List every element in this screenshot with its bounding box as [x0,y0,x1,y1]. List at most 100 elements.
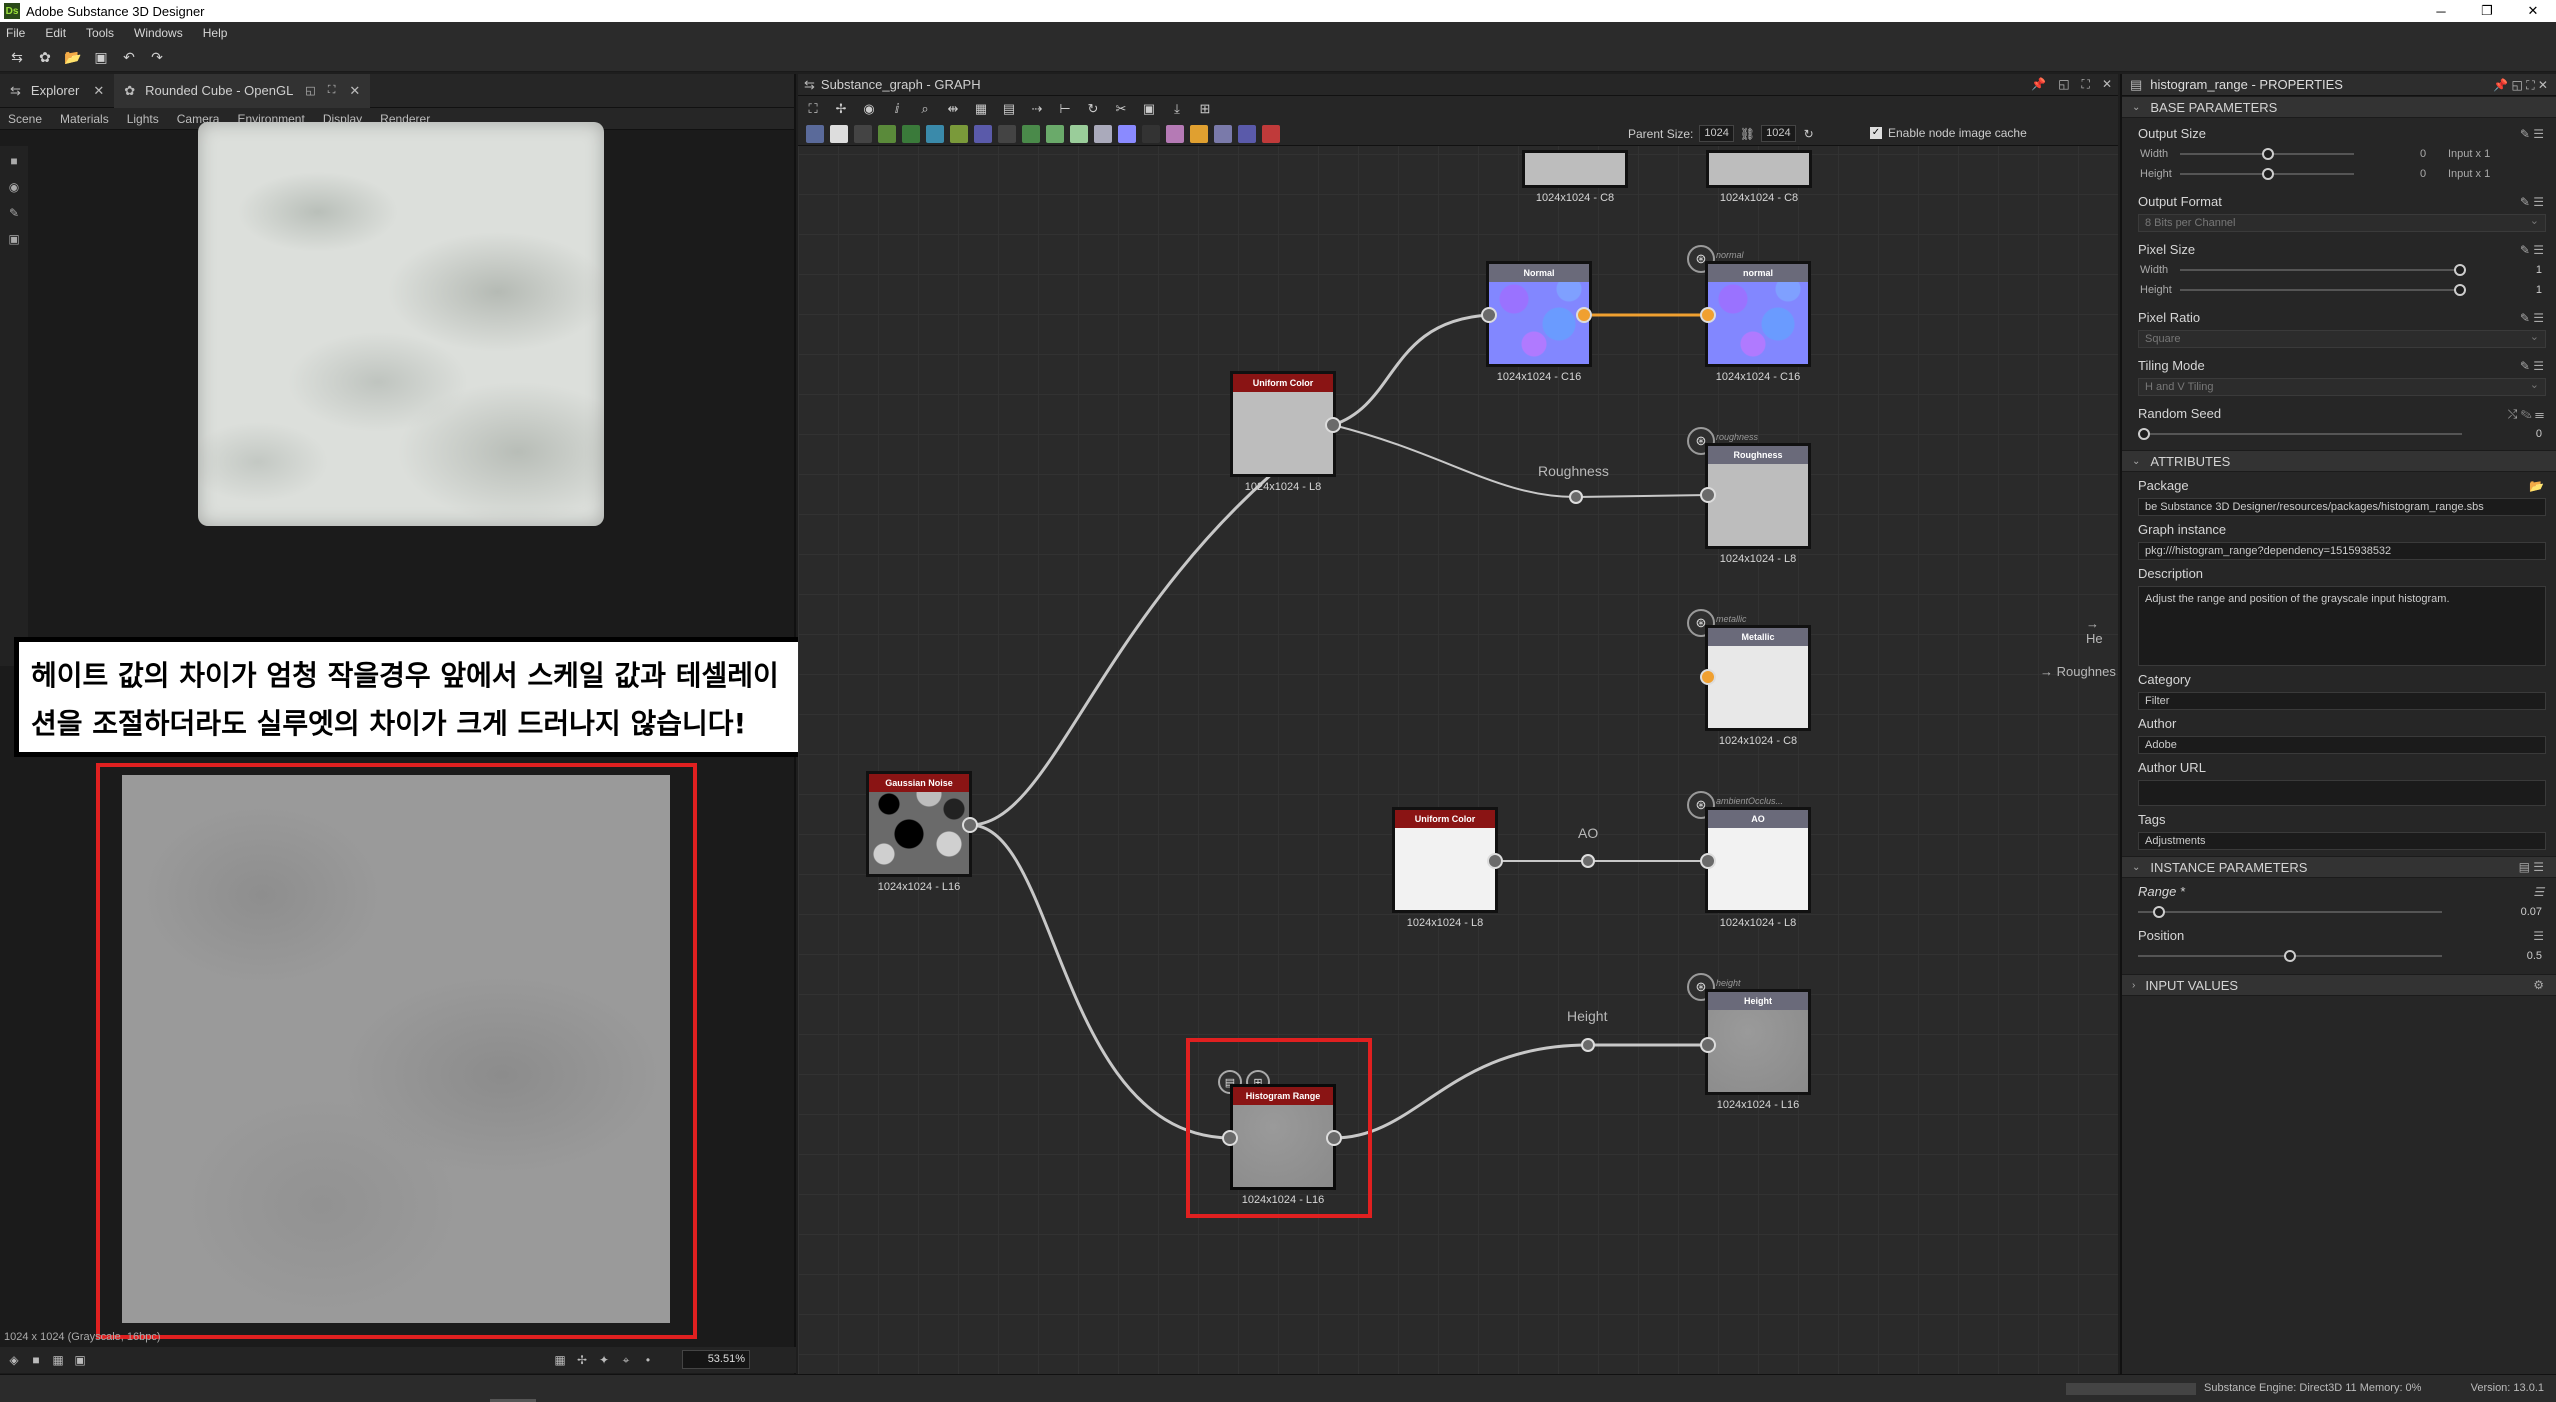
node-top-1[interactable]: 1024x1024 - C8 [1522,150,1628,204]
description-field[interactable]: Adjust the range and position of the gra… [2138,586,2546,666]
node-output-height[interactable]: Height 1024x1024 - L16 [1705,989,1811,1111]
tile-icon[interactable]: ✦ [596,1352,612,1368]
menu-icon[interactable]: ☰ [2533,926,2544,946]
position-value[interactable]: 0.5 [2527,946,2542,966]
menu-edit[interactable]: Edit [45,26,66,40]
menu-help[interactable]: Help [203,26,228,40]
slider-knob[interactable] [2262,148,2274,160]
author-field[interactable]: Adobe [2138,736,2546,754]
output-height-mode[interactable]: Input x 1 [2448,164,2490,184]
tags-field[interactable]: Adjustments [2138,832,2546,850]
graph-instance-field[interactable]: pkg:///histogram_range?dependency=151593… [2138,542,2546,560]
inherit-icon[interactable]: ✎ ☰ [2520,192,2544,212]
shuffle-icon[interactable]: ⤭ ✎ ☰ [2508,404,2544,424]
slider-knob[interactable] [2153,906,2166,918]
package-field[interactable]: be Substance 3D Designer/resources/packa… [2138,498,2546,516]
range-slider[interactable] [2138,906,2442,918]
output-height-value[interactable]: 0 [2420,164,2426,184]
slider-knob[interactable] [2262,168,2274,180]
output-width-value[interactable]: 0 [2420,144,2426,164]
section-base-parameters[interactable]: ⌄ BASE PARAMETERS [2122,96,2556,118]
2d-preview-image[interactable] [122,775,670,1323]
light-icon[interactable]: ◉ [5,180,23,198]
pixel-height-value[interactable]: 1 [2536,280,2542,300]
slider-knob[interactable] [2284,950,2296,962]
tab-maximize-icon[interactable]: ⛶ [328,84,336,97]
close-tab-icon[interactable]: ✕ [93,83,104,99]
inherit-icon[interactable]: ✎ ☰ [2520,240,2544,260]
node-histogram-range[interactable]: Histogram Range 1024x1024 - L16 [1230,1084,1336,1206]
minimize-icon[interactable]: ─ [2418,0,2464,22]
brush-icon[interactable]: ✎ [5,206,23,224]
black-bg-icon[interactable]: ■ [28,1352,44,1368]
pixel-height-slider[interactable] [2180,284,2466,296]
tab-explorer[interactable]: ⇆ Explorer ✕ [0,74,114,108]
undo-icon[interactable]: ↶ [118,47,140,69]
close-icon[interactable]: ✕ [2510,0,2556,22]
folder-icon[interactable]: 📂 [2529,476,2544,496]
view-menu-scene[interactable]: Scene [8,112,42,126]
tab-float-icon[interactable]: ◱ [305,84,315,97]
panel-controls-icon[interactable]: 📌 ◱ ⛶ ✕ [2493,78,2548,93]
new-package-icon[interactable]: ✿ [34,47,56,69]
section-input-values[interactable]: › INPUT VALUES ⚙ [2122,974,2556,996]
menu-tools[interactable]: Tools [86,26,114,40]
pick-icon[interactable]: ✢ [574,1352,590,1368]
menu-icon[interactable]: ☰ [2533,882,2544,902]
author-url-field[interactable] [2138,780,2546,806]
position-slider[interactable] [2138,950,2442,962]
node-normal[interactable]: Normal 1024x1024 - C16 [1486,261,1592,383]
range-value[interactable]: 0.07 [2521,902,2542,922]
random-seed-value[interactable]: 0 [2536,424,2542,444]
slider-knob[interactable] [2454,284,2466,296]
close-tab-icon[interactable]: ✕ [349,83,360,99]
graph-panel[interactable]: ⇆ Substance_graph - GRAPH 📌 ◱ ⛶ ✕ ⛶ ✢ ◉ … [798,74,2118,1374]
redo-icon[interactable]: ↷ [146,47,168,69]
menu-windows[interactable]: Windows [134,26,183,40]
preset-icon[interactable]: ▤ ☰ [2519,860,2544,874]
tiling-mode-dropdown[interactable]: H and V Tiling [2138,377,2546,396]
checker-bg-icon[interactable]: ▦ [50,1352,66,1368]
node-output-metallic[interactable]: Metallic 1024x1024 - C8 [1705,625,1811,747]
output-width-slider[interactable] [2180,148,2354,160]
layers-icon[interactable]: ◈ [6,1352,22,1368]
view-menu-materials[interactable]: Materials [60,112,109,126]
inherit-icon[interactable]: ✎ ☰ [2520,124,2544,144]
tab-3d-view[interactable]: ✿ Rounded Cube - OpenGL ◱ ⛶ ✕ [114,73,371,108]
node-uniform-color-2[interactable]: Uniform Color 1024x1024 - L8 [1392,807,1498,929]
zoom-out-icon[interactable]: • [640,1352,656,1368]
output-width-mode[interactable]: Input x 1 [2448,144,2490,164]
pixel-ratio-dropdown[interactable]: Square [2138,329,2546,348]
output-height-slider[interactable] [2180,168,2354,180]
section-attributes[interactable]: ⌄ ATTRIBUTES [2122,450,2556,472]
pixel-width-value[interactable]: 1 [2536,260,2542,280]
slider-knob[interactable] [2454,264,2466,276]
inherit-icon[interactable]: ✎ ☰ [2520,356,2544,376]
node-output-normal[interactable]: normal 1024x1024 - C16 [1705,261,1811,383]
category-field[interactable]: Filter [2138,692,2546,710]
rounded-cube-render[interactable] [198,122,604,526]
pixel-width-slider[interactable] [2180,264,2466,276]
screenshot-icon[interactable]: ▣ [5,232,23,250]
center-icon[interactable]: ⌖ [618,1352,634,1368]
random-seed-slider[interactable] [2138,428,2462,440]
camera-icon[interactable]: ■ [5,154,23,172]
inherit-icon[interactable]: ✎ ☰ [2520,308,2544,328]
output-format-dropdown[interactable]: 8 Bits per Channel [2138,213,2546,232]
grid-icon[interactable]: ▦ [552,1352,568,1368]
view-menu-lights[interactable]: Lights [127,112,159,126]
menu-file[interactable]: File [6,26,25,40]
gear-icon[interactable]: ⚙ [2533,978,2544,992]
display-mode-icon[interactable]: ▣ [72,1352,88,1368]
new-graph-icon[interactable]: ⇆ [6,47,28,69]
zoom-field[interactable]: 53.51% [682,1350,750,1369]
node-uniform-color-1[interactable]: Uniform Color 1024x1024 - L8 [1230,371,1336,493]
open-folder-icon[interactable]: 📂 [62,47,84,69]
node-top-2[interactable]: 1024x1024 - C8 [1706,150,1812,204]
section-instance-parameters[interactable]: ⌄ INSTANCE PARAMETERS ▤ ☰ [2122,856,2556,878]
node-gaussian-noise[interactable]: Gaussian Noise 1024x1024 - L16 [866,771,972,893]
node-output-roughness[interactable]: Roughness 1024x1024 - L8 [1705,443,1811,565]
node-output-ao[interactable]: AO 1024x1024 - L8 [1705,807,1811,929]
restore-icon[interactable]: ❐ [2464,0,2510,22]
save-icon[interactable]: ▣ [90,47,112,69]
